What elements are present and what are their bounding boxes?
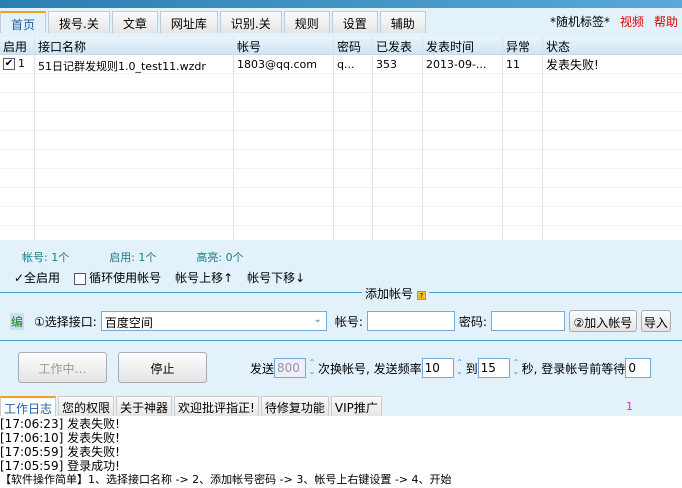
cell-account: 1803@qq.com [234,55,334,73]
switch-label: 次换帐号, 发送频率 [318,361,422,376]
stop-button[interactable]: 停止 [118,352,207,383]
password-input[interactable] [490,311,565,331]
to-label: 到 [465,361,478,376]
tab-articles[interactable]: 文章 [111,11,158,33]
account-count: 帐号: 1个 [22,251,70,264]
send-count-spinner[interactable]: ⌃ ⌄ [306,358,318,378]
select-interface-label: ①选择接口: [34,314,97,329]
highlight-count: 高亮: 0个 [196,251,244,264]
empty-row [0,74,682,93]
cell-name: 51日记群发规则1.0_test11.wzdr [35,55,234,73]
tab-settings[interactable]: 设置 [331,11,378,33]
cycle-accounts-checkbox[interactable]: 循环使用帐号 [74,269,161,286]
col-status[interactable]: 状态 [543,37,682,54]
video-link[interactable]: 视频 [620,13,644,30]
empty-row [0,207,682,226]
tab-tools[interactable]: 辅助 [379,11,426,33]
help-icon[interactable]: ? [416,291,426,300]
log-line: [17:05:59] 登录成功! [0,459,120,473]
add-account-button[interactable]: ②加入帐号 [568,310,637,332]
cell-errors: 11 [503,55,543,73]
tab-permissions[interactable]: 您的权限 [58,396,115,416]
cell-status: 发表失败! [546,58,599,72]
tab-urls[interactable]: 网址库 [159,11,218,33]
work-log: [17:06:23] 发表失败! [17:06:10] 发表失败! [17:05… [0,416,682,488]
freq-from-input[interactable] [421,358,454,378]
send-label: 发送 [250,361,275,376]
main-tabs: 首页 拨号.关 文章 网址库 识别.关 规则 设置 辅助 [0,11,426,33]
add-account-legend: 添加帐号 ? [362,285,429,302]
random-tag-link[interactable]: *随机标签* [550,13,610,30]
freq-to-input[interactable] [477,358,510,378]
empty-row [0,188,682,207]
help-link[interactable]: 帮助 [654,13,678,30]
tab-home[interactable]: 首页 [0,11,47,33]
freq-to-spinner[interactable]: ⌃ ⌄ [510,358,522,378]
title-strip [0,0,682,8]
col-name[interactable]: 接口名称 [35,37,234,54]
account-table: 启用 接口名称 帐号 密码 已发表 发表时间 异常 状态 ✔ 1 51日记群发规则… [0,37,682,240]
cell-password: q... [334,55,373,73]
table-row[interactable]: ✔ 1 51日记群发规则1.0_test11.wzdr 1803@qq.com q… [0,55,682,74]
table-header: 启用 接口名称 帐号 密码 已发表 发表时间 异常 状态 [0,37,682,55]
divider [0,292,682,293]
col-account[interactable]: 帐号 [234,37,334,54]
tab-dial[interactable]: 拨号.关 [48,11,110,33]
account-input[interactable] [366,311,455,331]
enabled-count: 启用: 1个 [109,251,157,264]
empty-row [0,131,682,150]
empty-row [0,112,682,131]
col-published[interactable]: 已发表 [373,37,423,54]
empty-row [0,169,682,188]
import-button[interactable]: 导入 [640,310,671,332]
move-down-button[interactable]: 帐号下移↓ [247,269,305,286]
add-account-title: 添加帐号 [365,287,414,301]
divider [0,340,682,341]
tab-vip[interactable]: VIP推广 [330,396,382,416]
col-errors[interactable]: 异常 [503,37,543,54]
tab-work-log[interactable]: 工作日志 [0,396,57,416]
cell-published: 353 [373,55,423,73]
cell-time: 2013-09-... [423,55,503,73]
log-line: [17:06:10] 发表失败! [0,431,120,445]
send-count-input[interactable] [274,358,307,378]
tab-rules[interactable]: 规则 [283,11,330,33]
empty-row [0,150,682,169]
row-id: 1 [18,57,25,70]
wait-input[interactable] [625,358,652,378]
tab-todo[interactable]: 待修复功能 [260,396,329,416]
cycle-label: 循环使用帐号 [89,271,162,285]
col-time[interactable]: 发表时间 [423,37,503,54]
enable-all-link[interactable]: ✓全启用 [14,269,60,286]
password-label: 密码: [458,314,487,329]
freq-from-spinner[interactable]: ⌃ ⌄ [454,358,466,378]
wait-label: 秒, 登录帐号前等待 [521,361,626,376]
row-checkbox[interactable]: ✔ [3,58,15,70]
log-counter: 1 [626,400,633,413]
move-up-button[interactable]: 帐号上移↑ [175,269,233,286]
status-bar: 帐号: 1个 启用: 1个 高亮: 0个 [22,249,244,265]
interface-select[interactable]: 百度空间 ⌄ [100,311,327,331]
col-password[interactable]: 密码 [334,37,373,54]
log-line: [17:06:23] 发表失败! [0,417,120,431]
log-line: [17:05:59] 发表失败! [0,445,120,459]
tab-captcha[interactable]: 识别.关 [219,11,282,33]
col-enabled[interactable]: 启用 [0,37,35,54]
tab-feedback[interactable]: 欢迎批评指正! [174,396,259,416]
interface-value: 百度空间 [104,316,153,330]
account-label: 帐号: [334,314,363,329]
tab-about[interactable]: 关于神器 [116,396,173,416]
empty-row [0,93,682,112]
edit-icon[interactable]: 编 [10,312,25,330]
log-line-instructions: 【软件操作简单】1、选择接口名称 -> 2、添加帐号密码 -> 3、帐号上右键设… [0,473,452,486]
log-tabs: 工作日志 您的权限 关于神器 欢迎批评指正! 待修复功能 VIP推广 [0,396,382,416]
empty-row [0,226,682,240]
start-button[interactable]: 工作中… [18,352,107,383]
chevron-down-icon: ⌄ [313,314,322,325]
